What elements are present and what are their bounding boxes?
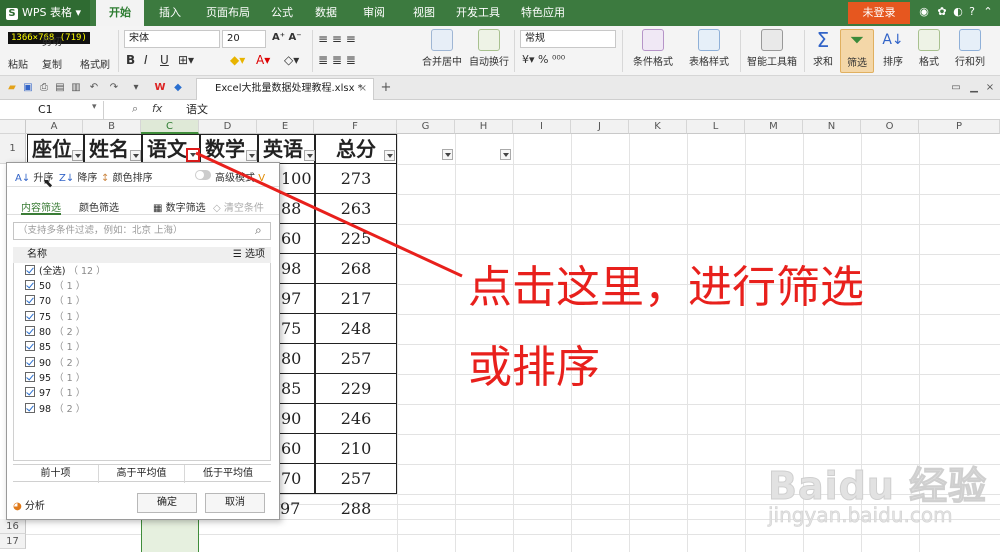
annotation-line-1: 点击这里，进行筛选 (468, 262, 864, 313)
watermark-url: jingyan.baidu.com (768, 503, 953, 528)
baidu-jingyan-watermark: Baidu 经验 jingyan.baidu.com (767, 455, 996, 545)
watermark-brand: Baidu 经验 (767, 464, 988, 509)
annotation-line-2: 或排序 (468, 342, 600, 393)
